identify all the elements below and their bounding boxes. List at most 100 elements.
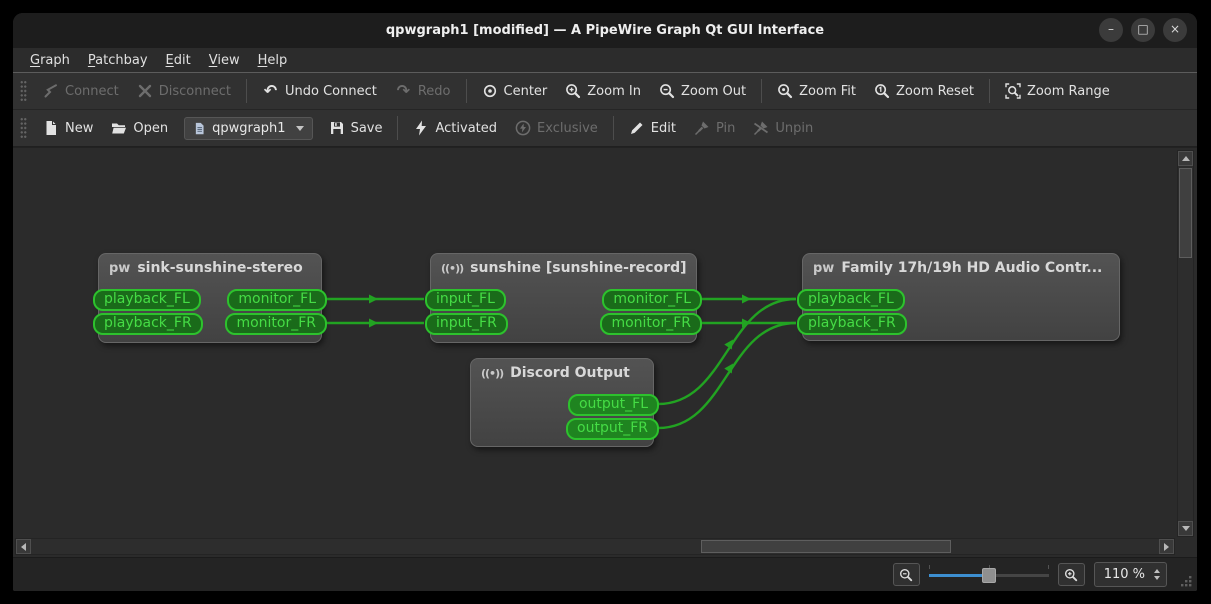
- center-button[interactable]: Center: [473, 78, 557, 104]
- zoom-out-icon: [899, 568, 913, 582]
- open-button[interactable]: Open: [102, 115, 177, 141]
- center-label: Center: [504, 84, 548, 99]
- port-monitor-fl[interactable]: monitor_FL: [227, 289, 327, 311]
- wire-arrow-icon: [742, 295, 751, 304]
- undo-connect-button[interactable]: ↶ Undo Connect: [253, 78, 386, 104]
- new-button[interactable]: New: [34, 115, 102, 141]
- toolbar-separator: [397, 116, 398, 140]
- zoom-slider-track-filled: [929, 574, 989, 577]
- app-window: qpwgraph1 [modified] — A PipeWire Graph …: [13, 13, 1197, 591]
- zoom-reset-label: Zoom Reset: [896, 84, 974, 99]
- title-bar[interactable]: qpwgraph1 [modified] — A PipeWire Graph …: [13, 13, 1197, 48]
- center-icon: [482, 83, 498, 99]
- edit-button[interactable]: Edit: [620, 115, 685, 141]
- port-playback-fl[interactable]: playback_FL: [797, 289, 905, 311]
- scroll-left-button[interactable]: [16, 539, 31, 554]
- scroll-up-button[interactable]: [1178, 151, 1193, 166]
- close-button[interactable]: ×: [1163, 18, 1187, 42]
- port-output-fl[interactable]: output_FL: [568, 394, 659, 416]
- menu-edit[interactable]: Edit: [157, 51, 200, 70]
- maximize-button[interactable]: □: [1131, 18, 1155, 42]
- exclusive-button: Exclusive: [506, 115, 607, 141]
- zoom-slider[interactable]: [929, 564, 1049, 586]
- port-monitor-fl[interactable]: monitor_FL: [602, 289, 702, 311]
- node-family-hd-audio[interactable]: pw Family 17h/19h HD Audio Contr... play…: [802, 253, 1120, 341]
- statusbar-zoom-out-button[interactable]: [893, 563, 920, 586]
- connect-label: Connect: [65, 84, 119, 99]
- toolbar-drag-handle[interactable]: [20, 117, 27, 139]
- vertical-scrollbar-thumb[interactable]: [1179, 168, 1192, 258]
- minimize-button[interactable]: –: [1099, 18, 1123, 42]
- node-title: pw sink-sunshine-stereo: [99, 254, 321, 280]
- node-title: pw Family 17h/19h HD Audio Contr...: [803, 254, 1119, 280]
- menu-view[interactable]: View: [200, 51, 249, 70]
- node-title-text: sunshine [sunshine-record]: [470, 260, 686, 276]
- exclusive-label: Exclusive: [537, 121, 598, 136]
- zoom-out-button[interactable]: Zoom Out: [650, 78, 755, 104]
- node-title: ((•)) Discord Output: [471, 359, 653, 385]
- port-playback-fr[interactable]: playback_FR: [93, 313, 203, 335]
- activated-button[interactable]: Activated: [404, 115, 506, 141]
- edit-pencil-icon: [629, 120, 645, 136]
- spinbox-arrows[interactable]: [1152, 567, 1162, 582]
- arrow-left-icon: [21, 543, 26, 551]
- toolbar-separator: [613, 116, 614, 140]
- media-app-icon: ((•)): [441, 262, 463, 275]
- zoom-slider-handle[interactable]: [982, 568, 996, 583]
- toolbar-drag-handle[interactable]: [20, 80, 27, 102]
- zoom-in-button[interactable]: Zoom In: [556, 78, 650, 104]
- scroll-down-button[interactable]: [1178, 521, 1193, 536]
- graph-canvas[interactable]: pw sink-sunshine-stereo playback_FL play…: [13, 147, 1197, 557]
- resize-grip[interactable]: [1179, 574, 1193, 588]
- zoom-range-button[interactable]: Zoom Range: [996, 78, 1119, 104]
- zoom-in-icon: [1064, 568, 1078, 582]
- menu-graph[interactable]: Graph: [21, 51, 79, 70]
- window-title: qpwgraph1 [modified] — A PipeWire Graph …: [386, 23, 824, 38]
- connection-wires: [13, 148, 1197, 556]
- node-sunshine[interactable]: ((•)) sunshine [sunshine-record] input_F…: [430, 253, 697, 343]
- node-sink-sunshine-stereo[interactable]: pw sink-sunshine-stereo playback_FL play…: [98, 253, 322, 343]
- port-playback-fr[interactable]: playback_FR: [797, 313, 907, 335]
- disconnect-button: Disconnect: [128, 78, 240, 104]
- disconnect-icon: [137, 83, 153, 99]
- zoom-percent-spinbox[interactable]: 110 %: [1094, 562, 1167, 587]
- toolbar-separator: [989, 79, 990, 103]
- graph-toolbar: Connect Disconnect ↶ Undo Connect ↷ Redo…: [13, 73, 1197, 110]
- unpin-button: Unpin: [744, 115, 822, 141]
- patchbay-select[interactable]: qpwgraph1: [184, 117, 312, 140]
- port-monitor-fr[interactable]: monitor_FR: [225, 313, 327, 335]
- patchbay-select-value: qpwgraph1: [212, 121, 285, 136]
- zoom-fit-icon: [777, 83, 793, 99]
- port-monitor-fr[interactable]: monitor_FR: [600, 313, 702, 335]
- zoom-fit-button[interactable]: Zoom Fit: [768, 78, 865, 104]
- zoom-reset-button[interactable]: Zoom Reset: [865, 78, 983, 104]
- arrow-down-icon: [1182, 526, 1190, 531]
- arrow-right-icon: [1164, 543, 1169, 551]
- scroll-right-button[interactable]: [1159, 539, 1174, 554]
- vertical-scrollbar[interactable]: [1177, 150, 1194, 537]
- menu-graph-mnemonic: G: [30, 53, 40, 68]
- port-playback-fl[interactable]: playback_FL: [93, 289, 201, 311]
- port-input-fl[interactable]: input_FL: [425, 289, 506, 311]
- horizontal-scrollbar-thumb[interactable]: [701, 540, 951, 553]
- node-title-text: sink-sunshine-stereo: [137, 260, 302, 276]
- pin-icon: [694, 120, 710, 136]
- zoom-percent-value: 110 %: [1104, 567, 1145, 582]
- menu-help[interactable]: Help: [249, 51, 297, 70]
- menu-edit-mnemonic: E: [166, 53, 174, 68]
- spin-up-icon: [1154, 569, 1160, 573]
- port-output-fr[interactable]: output_FR: [566, 418, 659, 440]
- horizontal-scrollbar[interactable]: [15, 538, 1175, 555]
- status-bar: 110 %: [13, 557, 1197, 591]
- node-discord-output[interactable]: ((•)) Discord Output output_FL output_FR: [470, 358, 654, 447]
- menu-patchbay-label: atchbay: [95, 53, 147, 68]
- save-button[interactable]: Save: [320, 115, 392, 141]
- menu-patchbay[interactable]: Patchbay: [79, 51, 157, 70]
- save-label: Save: [351, 121, 383, 136]
- port-input-fr[interactable]: input_FR: [425, 313, 508, 335]
- statusbar-zoom-in-button[interactable]: [1058, 563, 1085, 586]
- pin-button: Pin: [685, 115, 744, 141]
- menu-bar: Graph Patchbay Edit View Help: [13, 48, 1197, 73]
- activated-label: Activated: [435, 121, 497, 136]
- disconnect-label: Disconnect: [159, 84, 231, 99]
